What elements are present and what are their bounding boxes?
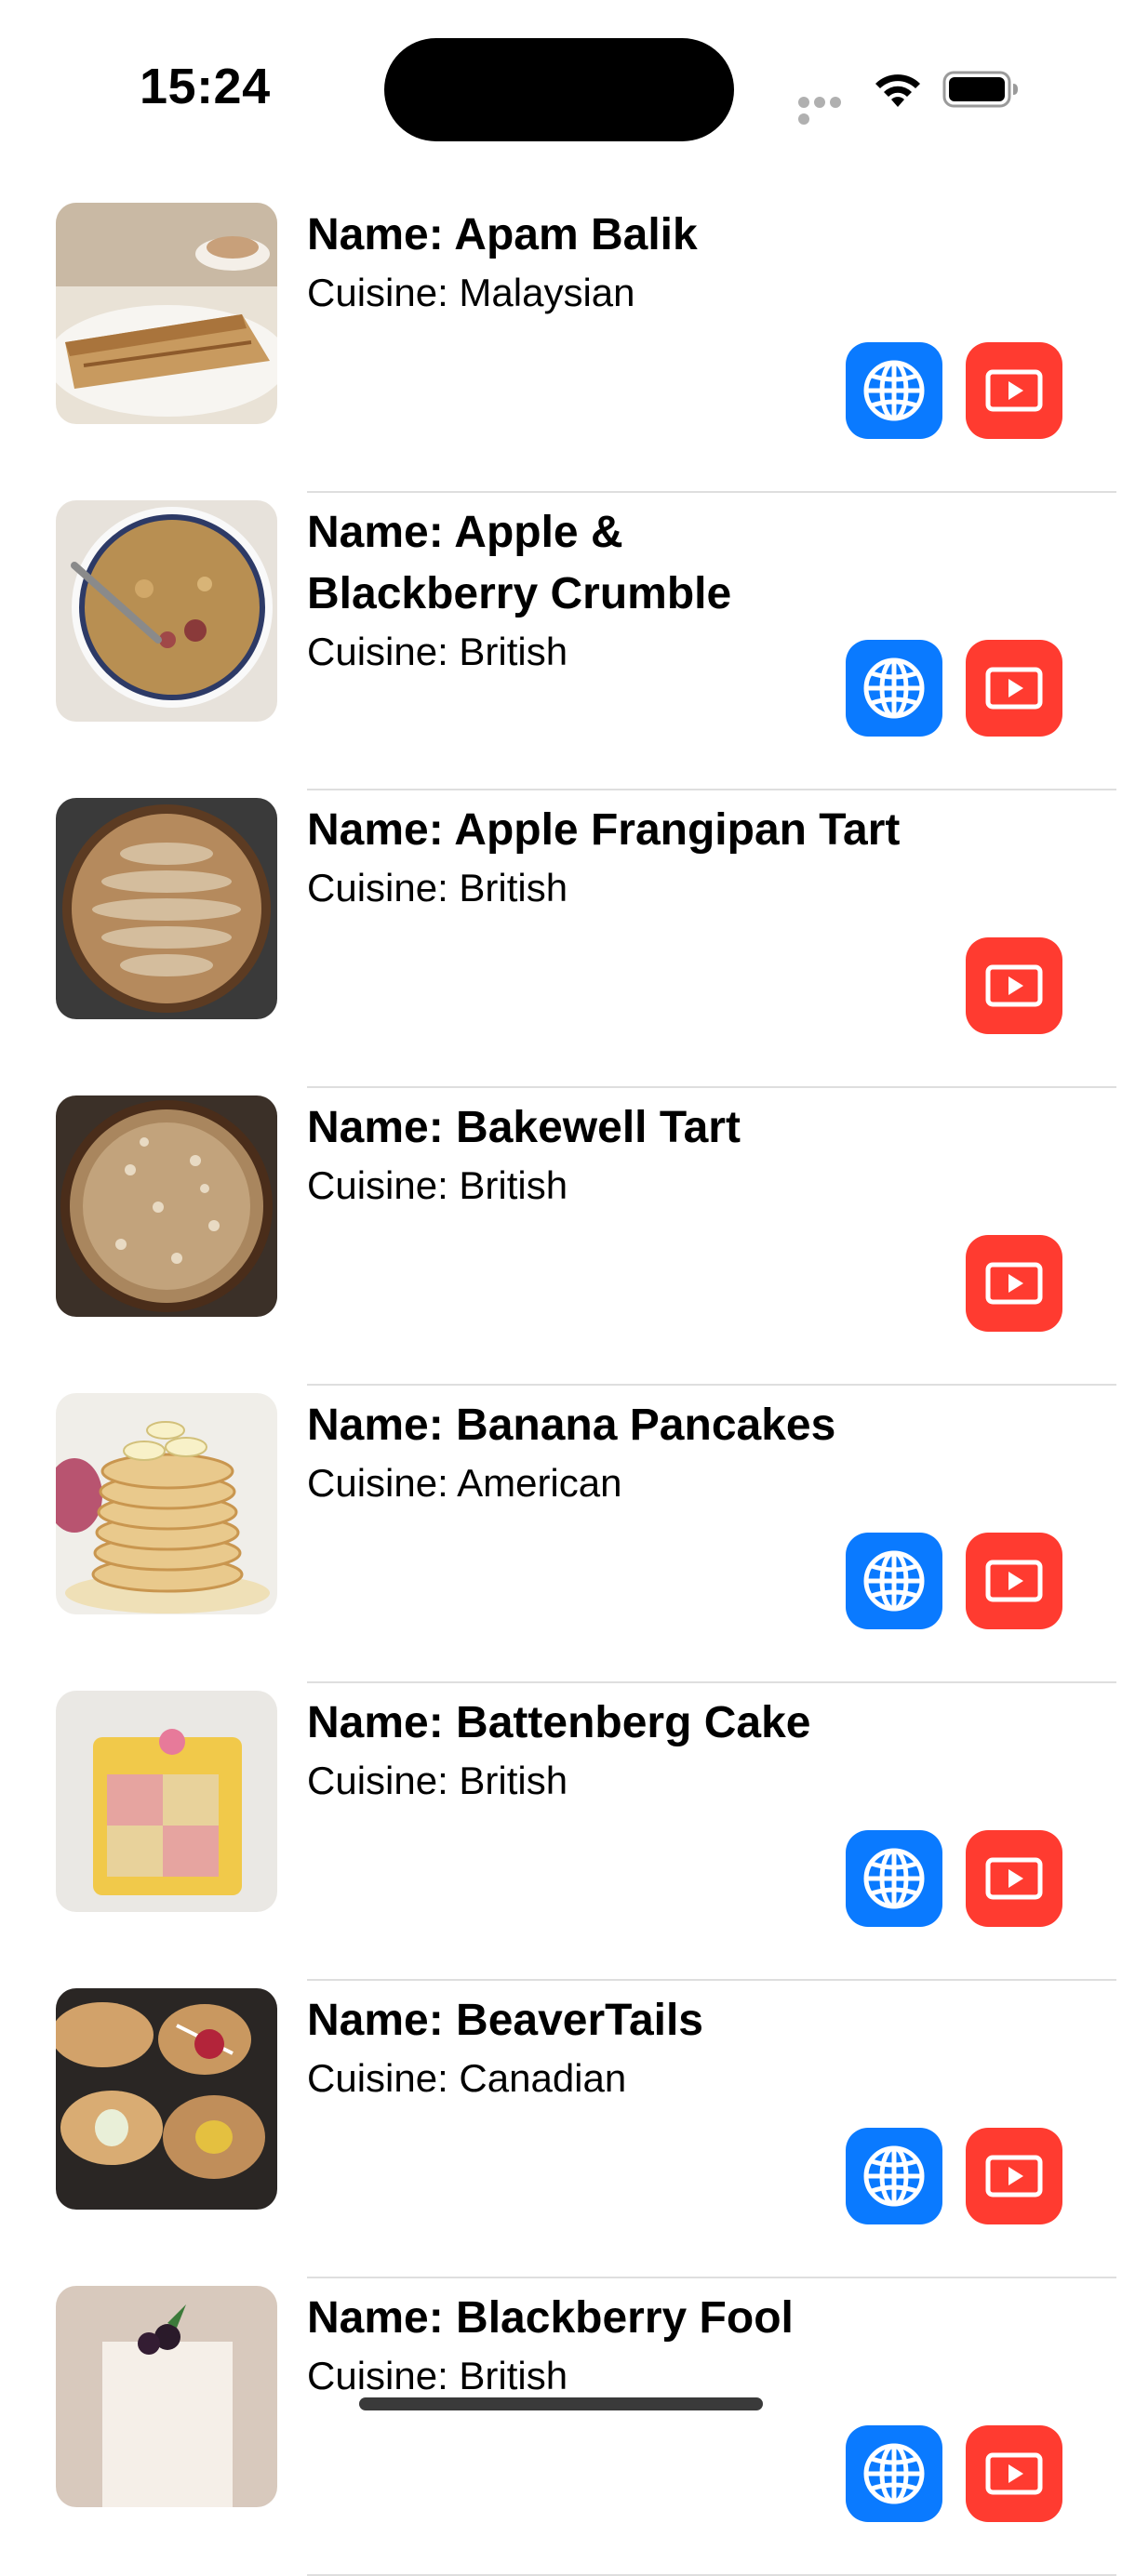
wifi-icon [875,74,920,107]
recipe-name: Name: Apam Balik [307,210,698,259]
recipe-cuisine: Cuisine: British [307,1163,568,1207]
recipe-actions [846,2128,1062,2224]
play-video-icon [985,2155,1043,2198]
recipe-actions [846,1533,1062,1629]
play-video-icon [985,2452,1043,2495]
recipe-text: Name: Bakewell Tart Cuisine: British [307,1097,977,1213]
recipe-text: Name: Battenberg Cake Cuisine: British [307,1693,977,1808]
globe-icon [861,2143,928,2210]
website-button[interactable] [846,640,942,737]
play-video-icon [985,369,1043,412]
recipe-thumbnail [56,2286,277,2507]
recipe-cuisine: Cuisine: British [307,1759,568,1802]
youtube-button[interactable] [966,2128,1062,2224]
website-button[interactable] [846,2425,942,2522]
recipe-actions [846,2425,1062,2522]
globe-icon [861,1547,928,1614]
website-button[interactable] [846,2128,942,2224]
home-indicator[interactable] [359,2397,763,2410]
recipe-thumbnail [56,1691,277,1912]
status-bar: 15:24 [0,0,1122,177]
recipe-row[interactable]: Name: BeaverTails Cuisine: Canadian [0,1981,1122,2278]
recipe-name: Name: Apple & Blackberry Crumble [307,508,732,618]
youtube-button[interactable] [966,1830,1062,1927]
globe-icon [861,1845,928,1912]
recipe-name: Name: BeaverTails [307,1996,703,2045]
recipe-row[interactable]: Name: Apam Balik Cuisine: Malaysian [0,195,1122,493]
recipe-row[interactable]: Name: Battenberg Cake Cuisine: British [0,1683,1122,1981]
website-button[interactable] [846,1830,942,1927]
youtube-button[interactable] [966,342,1062,439]
recipe-text: Name: BeaverTails Cuisine: Canadian [307,1990,977,2105]
dynamic-island [384,38,734,141]
globe-icon [861,357,928,424]
recipe-row[interactable]: Name: Bakewell Tart Cuisine: British [0,1088,1122,1386]
youtube-button[interactable] [966,2425,1062,2522]
play-video-icon [985,1262,1043,1305]
play-video-icon [985,667,1043,710]
globe-icon [861,655,928,722]
recipe-cuisine: Cuisine: American [307,1461,622,1505]
recipe-thumbnail [56,1988,277,2210]
recipe-actions [846,640,1062,737]
globe-icon [861,2440,928,2507]
recipe-text: Name: Blackberry Fool Cuisine: British [307,2288,977,2403]
play-video-icon [985,964,1043,1007]
recipe-cuisine: Cuisine: British [307,866,568,910]
recipe-actions [846,937,1062,1034]
battery-icon [942,71,1018,108]
recipe-actions [846,342,1062,439]
recipe-text: Name: Apple Frangipan Tart Cuisine: Briti… [307,800,977,915]
status-time: 15:24 [140,59,271,114]
recipe-name: Name: Bakewell Tart [307,1103,741,1152]
youtube-button[interactable] [966,1235,1062,1332]
recipe-name: Name: Banana Pancakes [307,1401,836,1450]
youtube-button[interactable] [966,937,1062,1034]
recipe-row[interactable]: Name: Banana Pancakes Cuisine: American [0,1386,1122,1683]
recipe-name: Name: Apple Frangipan Tart [307,805,901,855]
recipe-row[interactable]: Name: Blackberry Fool Cuisine: British [0,2278,1122,2576]
recipe-thumbnail [56,500,277,722]
recipe-cuisine: Cuisine: Malaysian [307,271,635,314]
website-button[interactable] [846,1533,942,1629]
recipe-text: Name: Apam Balik Cuisine: Malaysian [307,205,977,320]
youtube-button[interactable] [966,640,1062,737]
recipe-thumbnail [56,798,277,1019]
recipe-actions [846,1235,1062,1332]
recipe-row[interactable]: Name: Apple Frangipan Tart Cuisine: Briti… [0,790,1122,1088]
recipe-name: Name: Battenberg Cake [307,1698,811,1747]
recipe-cuisine: Cuisine: Canadian [307,2056,627,2100]
cellular-signal-icon [798,96,858,125]
recipe-cuisine: Cuisine: British [307,2354,568,2397]
recipe-thumbnail [56,203,277,424]
recipe-row[interactable]: Name: Apple & Blackberry Crumble Cuisine:… [0,493,1122,790]
play-video-icon [985,1857,1043,1900]
play-video-icon [985,1560,1043,1602]
recipe-text: Name: Banana Pancakes Cuisine: American [307,1395,977,1510]
recipe-thumbnail [56,1393,277,1614]
recipe-name: Name: Blackberry Fool [307,2293,794,2343]
recipe-list[interactable]: Name: Apam Balik Cuisine: Malaysian Name:… [0,195,1122,2576]
recipe-actions [846,1830,1062,1927]
youtube-button[interactable] [966,1533,1062,1629]
website-button[interactable] [846,342,942,439]
recipe-thumbnail [56,1095,277,1317]
